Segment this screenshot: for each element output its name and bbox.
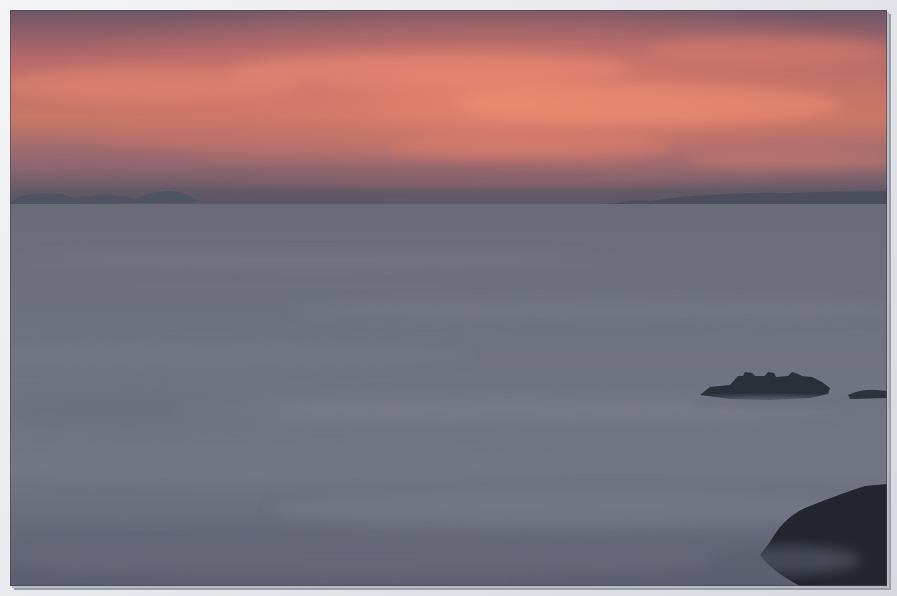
photo <box>10 10 887 586</box>
photo-frame <box>0 0 897 596</box>
fog-landscape-image <box>10 10 887 586</box>
